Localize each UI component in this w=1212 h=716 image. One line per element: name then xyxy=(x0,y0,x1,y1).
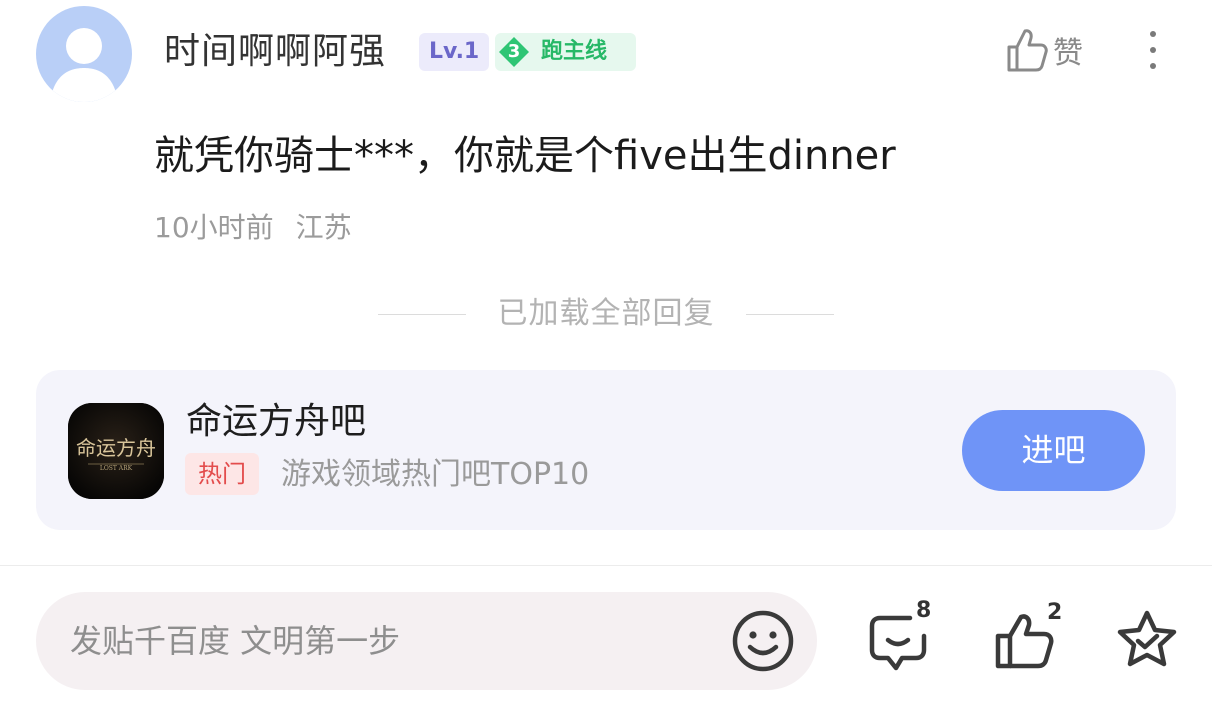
post-meta: 10小时前 江苏 xyxy=(154,208,352,248)
forum-logo[interactable]: 命运方舟 LOST ARK xyxy=(68,403,164,499)
level-badge: Lv.1 xyxy=(419,33,490,71)
divider-line-right xyxy=(746,314,834,315)
tag-text: 跑主线 xyxy=(541,39,608,64)
avatar[interactable] xyxy=(36,6,132,102)
like-button[interactable]: 赞 xyxy=(1005,26,1083,74)
comment-count: 8 xyxy=(916,598,932,623)
more-vertical-icon[interactable] xyxy=(1140,26,1166,74)
divider-line-left xyxy=(378,314,466,315)
all-replies-loaded-text: 已加载全部回复 xyxy=(497,296,715,331)
forum-name[interactable]: 命运方舟吧 xyxy=(186,396,366,448)
user-tag-badge: 3 跑主线 xyxy=(495,33,636,71)
post-location: 江苏 xyxy=(295,211,352,244)
enter-forum-button[interactable]: 进吧 xyxy=(962,410,1145,491)
comment-input-placeholder[interactable]: 发贴千百度 文明第一步 xyxy=(70,618,400,664)
star-favorite-icon[interactable] xyxy=(1113,608,1181,672)
post-time: 10小时前 xyxy=(154,211,274,244)
post-content[interactable]: 就凭你骑士***，你就是个five出生dinner xyxy=(154,128,896,184)
thumbs-up-icon xyxy=(1007,29,1048,72)
bottom-separator xyxy=(0,565,1212,566)
logo-text: 命运方舟 xyxy=(76,436,156,460)
tag-number: 3 xyxy=(507,41,521,62)
hot-badge: 热门 xyxy=(185,453,259,495)
forum-description: 游戏领域热门吧TOP10 xyxy=(281,457,590,492)
like-label: 赞 xyxy=(1053,36,1083,71)
username[interactable]: 时间啊啊阿强 xyxy=(164,26,386,78)
logo-subtext: LOST ARK xyxy=(100,465,133,472)
default-user-avatar xyxy=(50,28,118,102)
lost-ark-logo: 命运方舟 LOST ARK xyxy=(68,403,164,499)
smiley-icon[interactable] xyxy=(731,609,795,673)
like-count: 2 xyxy=(1047,600,1063,625)
